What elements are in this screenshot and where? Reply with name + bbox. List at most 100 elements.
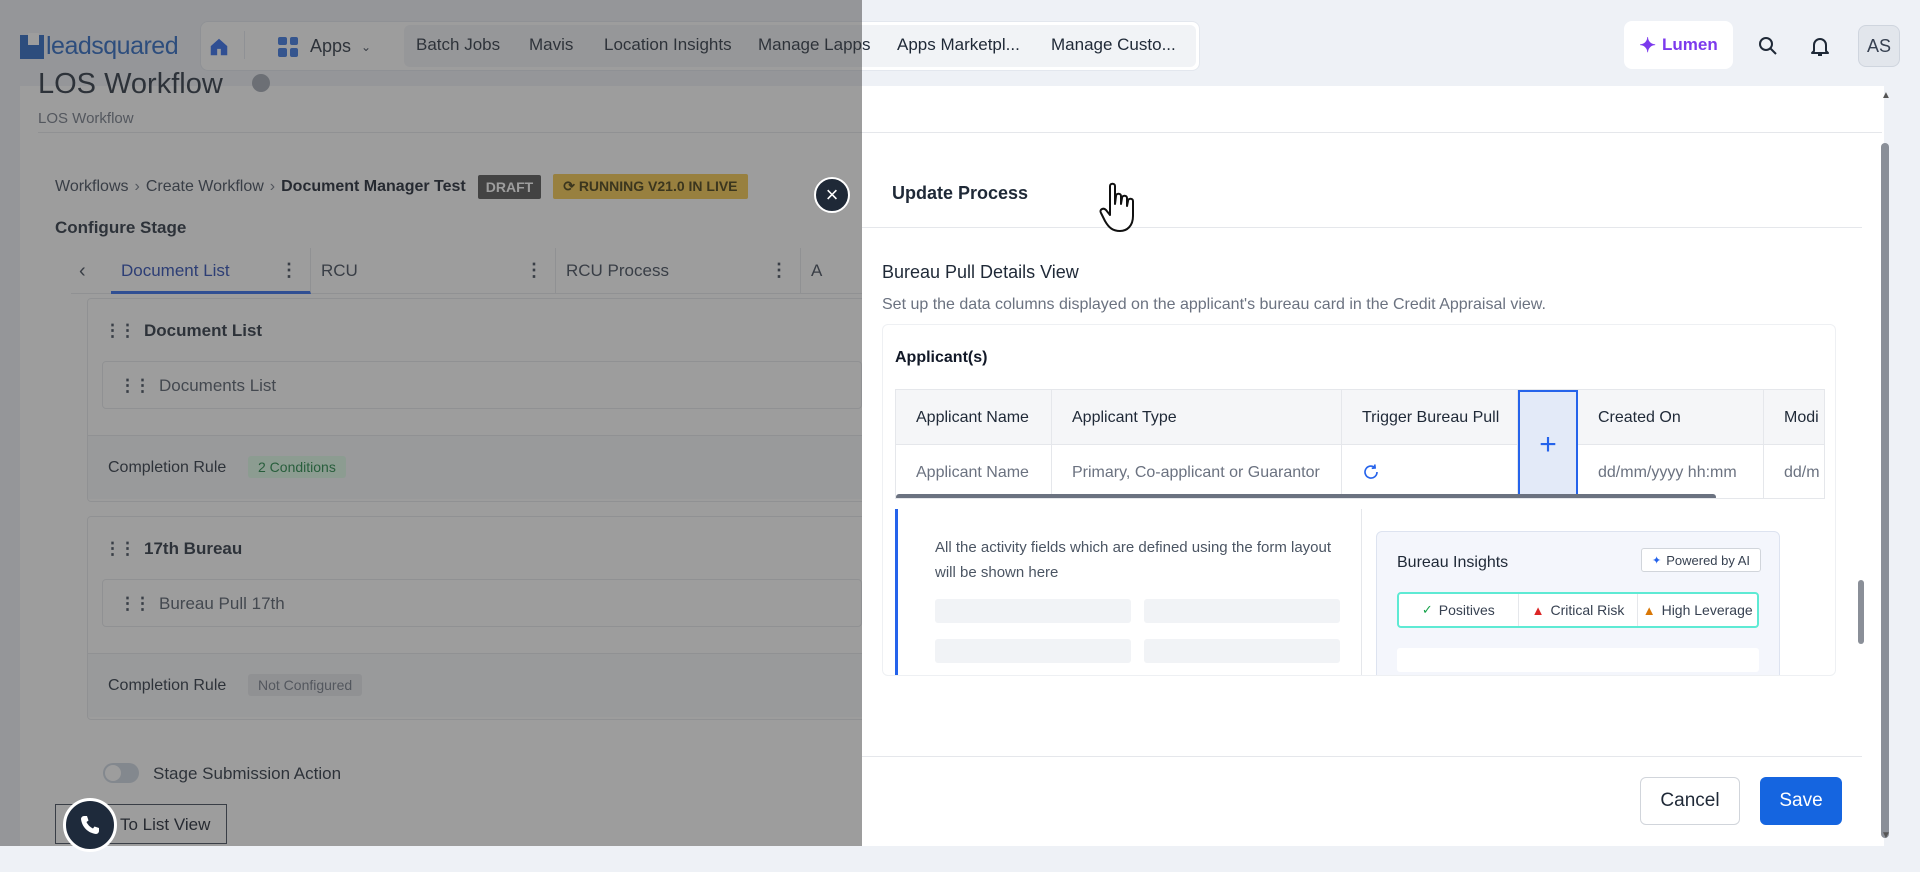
drawer-footer: Cancel Save: [862, 756, 1862, 846]
activity-item[interactable]: ⋮⋮ Bureau Pull 17th: [102, 579, 862, 627]
column-header[interactable]: Applicant Type: [1052, 390, 1342, 445]
card-title: ⋮⋮ Document List: [104, 321, 263, 341]
drawer-header: Update Process: [862, 158, 1862, 228]
chevron-right-icon: ›: [269, 177, 276, 195]
column-header[interactable]: Created On: [1578, 390, 1764, 445]
divider: [38, 132, 1882, 133]
completion-rule-row[interactable]: Completion Rule 2 Conditions: [88, 435, 863, 499]
breadcrumb-workflows[interactable]: Workflows: [55, 178, 129, 196]
applicants-grid: Applicant Name Applicant Type Trigger Bu…: [895, 389, 1825, 499]
stage-card-document-list: ⋮⋮ Document List ⋮⋮ Documents List Complet…: [87, 298, 863, 502]
check-icon: ✓: [1421, 602, 1433, 617]
insight-tab-high-leverage[interactable]: ▲ High Leverage: [1638, 594, 1757, 626]
insight-tab-positives[interactable]: ✓ Positives: [1399, 594, 1519, 626]
stage-submission-label: Stage Submission Action: [153, 764, 342, 783]
insight-tabs: ✓ Positives ▲ Critical Risk ▲ High Leverage: [1397, 592, 1759, 628]
user-avatar[interactable]: AS: [1858, 25, 1900, 67]
stage-tabs: ‹ Document List ⋮ RCU ⋮ RCU Process ⋮ A: [71, 248, 863, 294]
drawer-scrollbar-thumb[interactable]: [1858, 580, 1864, 644]
more-vertical-icon[interactable]: ⋮: [525, 260, 543, 281]
sparkle-icon: ✦: [1639, 34, 1657, 57]
nav-link-manage-custom[interactable]: Manage Custo...: [1051, 35, 1176, 55]
lumen-button[interactable]: ✦ Lumen: [1624, 21, 1733, 69]
stage-card-17th-bureau: ⋮⋮ 17th Bureau ⋮⋮ Bureau Pull 17th Complet…: [87, 516, 863, 720]
completion-rule-row[interactable]: Completion Rule Not Configured: [88, 653, 863, 717]
info-icon[interactable]: [252, 74, 270, 92]
nav-link-batch-jobs[interactable]: Batch Jobs: [416, 35, 500, 55]
tab-label: Document List: [121, 261, 230, 280]
drag-handle-icon[interactable]: ⋮⋮: [119, 376, 151, 396]
drag-handle-icon[interactable]: ⋮⋮: [104, 539, 136, 559]
bell-icon: ▲: [1642, 602, 1656, 618]
phone-call-button[interactable]: [63, 798, 117, 852]
plus-icon: +: [1539, 428, 1557, 461]
tab-label: RCU: [321, 261, 358, 280]
table-cell: dd/m: [1764, 445, 1824, 498]
nav-link-mavis[interactable]: Mavis: [529, 35, 573, 55]
sparkle-icon: ✦: [1652, 554, 1662, 567]
completion-rule-badge: Not Configured: [248, 674, 363, 696]
breadcrumb-create-workflow[interactable]: Create Workflow: [146, 178, 264, 196]
close-icon: ×: [825, 182, 839, 207]
activity-item-label: Documents List: [159, 376, 277, 395]
table-cell: dd/mm/yyyy hh:mm: [1578, 445, 1764, 498]
card-preview: All the activity fields which are define…: [895, 509, 1823, 675]
drag-handle-icon[interactable]: ⋮⋮: [119, 594, 151, 614]
nav-link-apps-marketplace[interactable]: Apps Marketpl...: [897, 35, 1020, 55]
skeleton-line: [1397, 648, 1759, 672]
more-vertical-icon[interactable]: ⋮: [770, 260, 788, 281]
breadcrumb-current: Document Manager Test: [281, 177, 466, 195]
bureau-insights-card: Bureau Insights ✦ Powered by AI ✓ Positive…: [1376, 531, 1780, 675]
refresh-icon[interactable]: [1362, 463, 1380, 481]
activity-item[interactable]: ⋮⋮ Documents List: [102, 361, 862, 409]
section-description: Set up the data columns displayed on the…: [882, 296, 1546, 313]
tab-rcu[interactable]: RCU ⋮: [311, 248, 556, 294]
chevron-down-icon: ⌄: [361, 39, 372, 54]
notification-bell-icon[interactable]: [1808, 34, 1832, 58]
activity-fields-preview: All the activity fields which are define…: [898, 509, 1362, 675]
nav-link-manage-lapps[interactable]: Manage Lapps: [758, 35, 870, 55]
workflow-editor-panel: Workflows › Create Workflow › Document M…: [39, 158, 863, 846]
table-cell: Primary, Co-applicant or Guarantor: [1052, 445, 1342, 498]
page-title: LOS Workflow: [38, 68, 223, 100]
page-scrollbar-thumb[interactable]: [1881, 143, 1889, 838]
preview-text: All the activity fields which are define…: [935, 539, 1332, 581]
warning-icon: ▲: [1531, 602, 1545, 618]
hand-pointer-icon: [1099, 182, 1134, 232]
nav-links-group: Batch Jobs Mavis Location Insights Manag…: [404, 25, 1196, 67]
skeleton-line: [935, 639, 1131, 663]
completion-rule-badge: 2 Conditions: [248, 456, 346, 478]
add-column-button[interactable]: +: [1518, 390, 1578, 498]
scroll-up-icon[interactable]: ▲: [1881, 90, 1891, 101]
card-title: ⋮⋮ 17th Bureau: [104, 539, 243, 559]
tab-document-list[interactable]: Document List ⋮: [111, 248, 311, 294]
drag-handle-icon[interactable]: ⋮⋮: [104, 321, 136, 341]
activity-item-label: Bureau Pull 17th: [159, 594, 285, 613]
insight-tab-critical-risk[interactable]: ▲ Critical Risk: [1519, 594, 1639, 626]
apps-label: Apps: [310, 36, 352, 56]
scroll-down-icon[interactable]: ▼: [1881, 830, 1891, 841]
cancel-button[interactable]: Cancel: [1640, 777, 1740, 825]
close-drawer-button[interactable]: ×: [814, 177, 850, 213]
apps-grid-icon: [278, 36, 298, 57]
tab-rcu-process[interactable]: RCU Process ⋮: [556, 248, 801, 294]
horizontal-scrollbar[interactable]: [896, 494, 1716, 498]
leadsquared-logo[interactable]: leadsquared: [20, 32, 179, 61]
save-button[interactable]: Save: [1760, 777, 1842, 825]
column-header[interactable]: Applicant Name: [896, 390, 1052, 445]
skeleton-line: [1144, 639, 1340, 663]
running-version-label: RUNNING V21.0 IN LIVE: [578, 178, 738, 194]
search-icon[interactable]: [1756, 34, 1780, 58]
column-header[interactable]: Trigger Bureau Pull: [1342, 390, 1518, 445]
stage-submission-toggle[interactable]: [103, 763, 139, 783]
tab-overflow[interactable]: A: [801, 248, 861, 294]
breadcrumb: Workflows › Create Workflow › Document M…: [55, 174, 748, 199]
applicants-card: Applicant(s) Applicant Name Applicant Ty…: [882, 324, 1836, 676]
apps-menu[interactable]: Apps ⌄: [278, 36, 371, 57]
nav-link-location-insights[interactable]: Location Insights: [604, 35, 732, 55]
more-vertical-icon[interactable]: ⋮: [280, 260, 298, 281]
home-icon[interactable]: [208, 36, 230, 58]
column-header[interactable]: Modi: [1764, 390, 1824, 445]
nav-divider: [244, 31, 245, 59]
chevron-left-icon[interactable]: ‹: [79, 260, 86, 283]
